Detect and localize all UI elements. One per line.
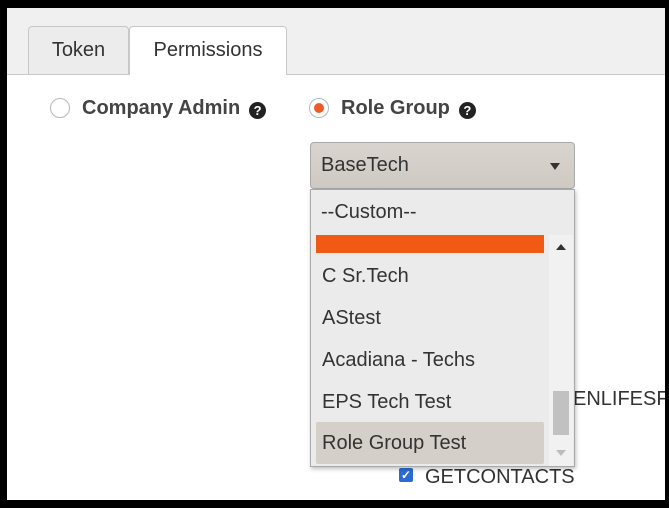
company-admin-option[interactable]: Company Admin ? bbox=[50, 94, 267, 122]
company-admin-label: Company Admin bbox=[82, 96, 241, 119]
company-admin-radio[interactable] bbox=[50, 98, 70, 118]
permissions-panel: Token Permissions Company Admin ? Role G… bbox=[7, 8, 665, 500]
tab-permissions[interactable]: Permissions bbox=[129, 26, 287, 75]
permission-label-partial: ENLIFESF bbox=[573, 388, 665, 410]
question-circle-icon[interactable]: ? bbox=[458, 101, 476, 119]
role-group-option[interactable]: Role Group ? bbox=[309, 94, 476, 122]
role-group-select[interactable]: BaseTech bbox=[310, 142, 575, 189]
getcontacts-checkbox[interactable]: ✓ bbox=[399, 468, 413, 482]
dropdown-list: C Sr.Tech AStest Acadiana - Techs EPS Te… bbox=[311, 235, 574, 466]
dropdown-option-custom[interactable]: --Custom-- bbox=[311, 190, 574, 235]
highlighted-option-partial[interactable] bbox=[316, 235, 544, 253]
dropdown-option[interactable]: AStest bbox=[311, 297, 549, 339]
role-group-label: Role Group bbox=[341, 96, 450, 119]
getcontacts-label: GETCONTACTS bbox=[425, 466, 575, 488]
question-circle-icon[interactable]: ? bbox=[249, 101, 267, 119]
tab-token[interactable]: Token bbox=[28, 26, 129, 74]
scroll-thumb[interactable] bbox=[553, 391, 569, 435]
scroll-up-icon[interactable] bbox=[556, 244, 566, 250]
dropdown-option-selected[interactable]: Role Group Test bbox=[316, 422, 544, 464]
dropdown-option[interactable]: C Sr.Tech bbox=[311, 255, 549, 297]
chevron-down-icon bbox=[550, 163, 560, 170]
tab-strip: Token Permissions bbox=[7, 8, 665, 75]
role-group-select-value: BaseTech bbox=[321, 154, 409, 176]
dropdown-option[interactable]: EPS Tech Test bbox=[311, 381, 549, 423]
dropdown-option[interactable]: Acadiana - Techs bbox=[311, 339, 549, 381]
role-group-radio[interactable] bbox=[309, 98, 329, 118]
scroll-down-icon[interactable] bbox=[556, 450, 566, 456]
role-group-dropdown: --Custom-- C Sr.Tech AStest Acadiana - T… bbox=[310, 189, 575, 467]
dropdown-scrollbar[interactable] bbox=[549, 235, 573, 466]
